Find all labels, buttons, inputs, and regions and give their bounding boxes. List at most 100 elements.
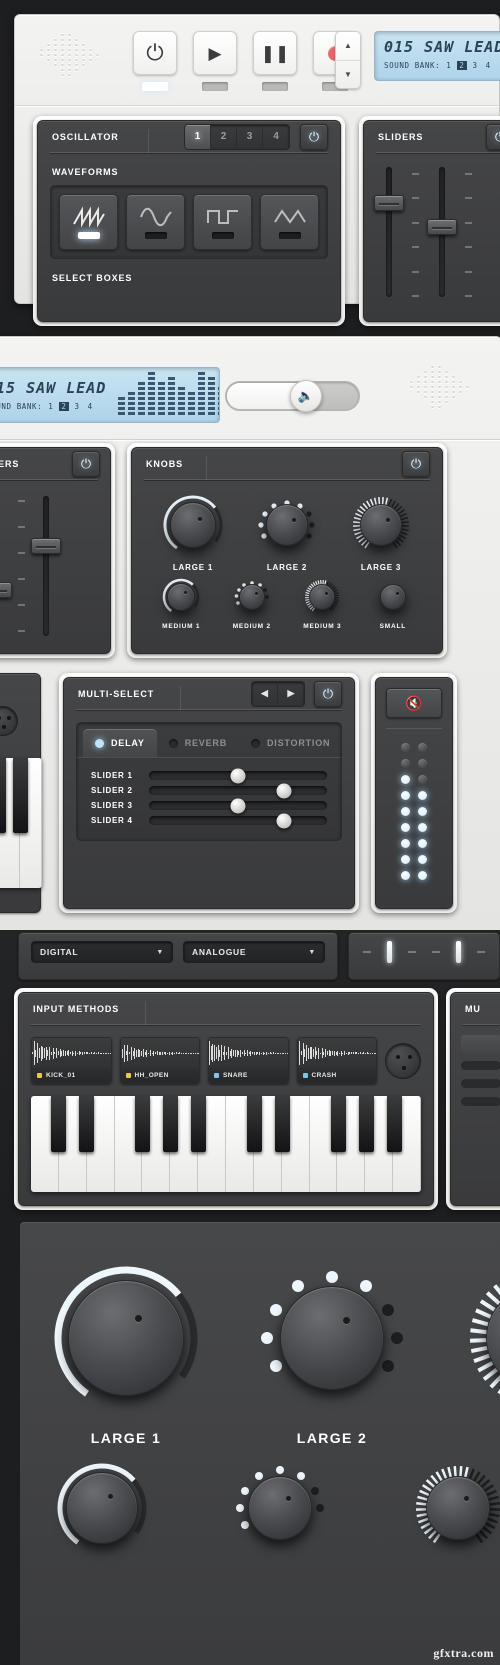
black-key[interactable]: [51, 1096, 66, 1152]
sliders-power-button[interactable]: ⏻: [486, 123, 500, 150]
stepper-down-button[interactable]: ▼: [336, 61, 360, 89]
play-button[interactable]: ▶: [193, 31, 237, 91]
dropdown-analogue[interactable]: ANALOGUE ▼: [183, 941, 325, 963]
lcd-bank-4[interactable]: 4: [484, 61, 493, 70]
oscillator-tab-4[interactable]: 4: [263, 125, 289, 149]
black-key[interactable]: [0, 758, 6, 834]
sample-pad-snare[interactable]: SNARE: [208, 1037, 289, 1084]
black-key[interactable]: [135, 1096, 150, 1152]
black-key[interactable]: [387, 1096, 402, 1152]
knob-small-1[interactable]: SMALL: [374, 578, 412, 630]
multiselect-nav[interactable]: ◀ ▶: [251, 680, 305, 707]
waveform-square-button[interactable]: [193, 194, 252, 250]
volume-slider[interactable]: 🔈: [225, 380, 360, 412]
black-key[interactable]: [13, 758, 28, 834]
showcase-knob-small-3[interactable]: [410, 1460, 500, 1556]
slider-2-track[interactable]: [149, 783, 327, 798]
oscillator-tabs[interactable]: 1 2 3 4: [184, 123, 290, 150]
mute-button[interactable]: 🔇: [386, 688, 442, 718]
black-key[interactable]: [275, 1096, 290, 1152]
lcd2-bank-2[interactable]: 2: [59, 402, 69, 411]
black-key[interactable]: [163, 1096, 178, 1152]
stepper-up-button[interactable]: ▲: [336, 32, 360, 61]
knob-medium-2[interactable]: MEDIUM 2: [233, 578, 271, 630]
bank-stepper[interactable]: ▲ ▼: [335, 31, 361, 89]
mini-keyboard[interactable]: [0, 758, 42, 888]
sliders-2-power-button[interactable]: ⏻: [72, 450, 100, 477]
sample-pad-crash[interactable]: CRASH: [296, 1037, 377, 1084]
lcd2-bank-3[interactable]: 3: [73, 402, 82, 411]
power-button[interactable]: ⏻: [133, 31, 177, 91]
showcase-knob-small-2[interactable]: [232, 1460, 328, 1556]
oscillator-tab-3[interactable]: 3: [237, 124, 263, 149]
fader-3-handle[interactable]: [0, 582, 12, 598]
effect-tab-distortion[interactable]: DISTORTION: [239, 729, 342, 757]
waveform-triangle-button[interactable]: [260, 194, 319, 250]
lcd2-bank-4[interactable]: 4: [86, 402, 95, 411]
knob-large-3[interactable]: LARGE 3: [350, 494, 412, 572]
mini-fader-2[interactable]: [456, 941, 461, 963]
slider-3-handle[interactable]: [230, 798, 246, 813]
effect-tabs[interactable]: DELAY REVERB DISTORTION: [77, 723, 341, 757]
slider-4-handle[interactable]: [276, 813, 292, 828]
showcase-knob-large-1[interactable]: LARGE 1: [50, 1262, 202, 1446]
multiselect-prev-button[interactable]: ◀: [252, 681, 278, 706]
black-key[interactable]: [331, 1096, 346, 1152]
oscillator-tab-1[interactable]: 1: [185, 124, 211, 149]
select-boxes-label: SELECT BOXES: [52, 273, 133, 283]
showcase-knob-large-3[interactable]: LARGE 3: [462, 1262, 500, 1446]
mini-fader-1[interactable]: [387, 941, 392, 963]
fader-2[interactable]: [427, 167, 457, 297]
fader-2-handle[interactable]: [427, 219, 457, 235]
lcd2-bank-1[interactable]: 1: [46, 402, 55, 411]
knob-medium-1[interactable]: MEDIUM 1: [162, 578, 200, 630]
sample-pad-kick[interactable]: KICK_01: [31, 1037, 112, 1084]
lcd-bank-1[interactable]: 1: [444, 61, 453, 70]
pause-button[interactable]: ❚❚: [253, 31, 297, 91]
slider-1-track[interactable]: [149, 768, 327, 783]
lcd-bank-3[interactable]: 3: [471, 61, 480, 70]
waveform-sine-button[interactable]: [126, 194, 185, 250]
knob-medium-3[interactable]: MEDIUM 3: [303, 578, 341, 630]
black-key[interactable]: [359, 1096, 374, 1152]
piano-keyboard[interactable]: [31, 1096, 421, 1192]
waveform-sawtooth-button[interactable]: [59, 194, 118, 250]
fader-4[interactable]: [31, 496, 61, 636]
waveform-thumb: [297, 1038, 377, 1068]
showcase-knob-large-2[interactable]: LARGE 2: [256, 1262, 408, 1446]
oscillator-power-button[interactable]: ⏻: [300, 123, 328, 150]
black-key[interactable]: [247, 1096, 262, 1152]
xlr-jack-icon[interactable]: [0, 706, 18, 736]
showcase-knob-small-1[interactable]: [54, 1460, 150, 1556]
effect-tab-reverb[interactable]: REVERB: [157, 729, 239, 757]
black-key[interactable]: [191, 1096, 206, 1152]
volume-slider-handle[interactable]: 🔈: [289, 380, 322, 412]
black-key[interactable]: [79, 1096, 94, 1152]
xlr-jack-icon[interactable]: [385, 1042, 421, 1079]
mu-slider[interactable]: [461, 1061, 500, 1070]
slider-3-track[interactable]: [149, 798, 327, 813]
sample-pad-hh[interactable]: HH_OPEN: [119, 1037, 200, 1084]
slider-4-label: SLIDER 4: [91, 816, 133, 825]
effect-tab-delay[interactable]: DELAY: [83, 729, 157, 757]
fader-1[interactable]: [374, 167, 404, 297]
fader-4-handle[interactable]: [31, 538, 61, 554]
mu-slider[interactable]: [461, 1097, 500, 1106]
led: [401, 807, 410, 816]
slider-2-handle[interactable]: [276, 783, 292, 798]
knobs-module-frame: KNOBS ⏻ LARGE 1 LARGE 2 LARGE 3 MEDIUM 1…: [127, 443, 447, 658]
knobs-power-button[interactable]: ⏻: [402, 450, 430, 477]
multiselect-power-button[interactable]: ⏻: [314, 680, 342, 707]
knob-large-2[interactable]: LARGE 2: [256, 494, 318, 572]
slider-1-handle[interactable]: [230, 768, 246, 783]
slider-4-track[interactable]: [149, 813, 327, 828]
lcd-bank-2[interactable]: 2: [457, 61, 467, 70]
mu-row[interactable]: [461, 1035, 500, 1053]
dropdown-digital[interactable]: DIGITAL ▼: [31, 941, 173, 963]
fader-1-handle[interactable]: [374, 195, 404, 211]
power-icon: ⏻: [146, 40, 164, 65]
mu-slider[interactable]: [461, 1079, 500, 1088]
oscillator-tab-2[interactable]: 2: [211, 124, 237, 149]
knob-large-1[interactable]: LARGE 1: [162, 494, 224, 572]
multiselect-next-button[interactable]: ▶: [278, 682, 304, 706]
